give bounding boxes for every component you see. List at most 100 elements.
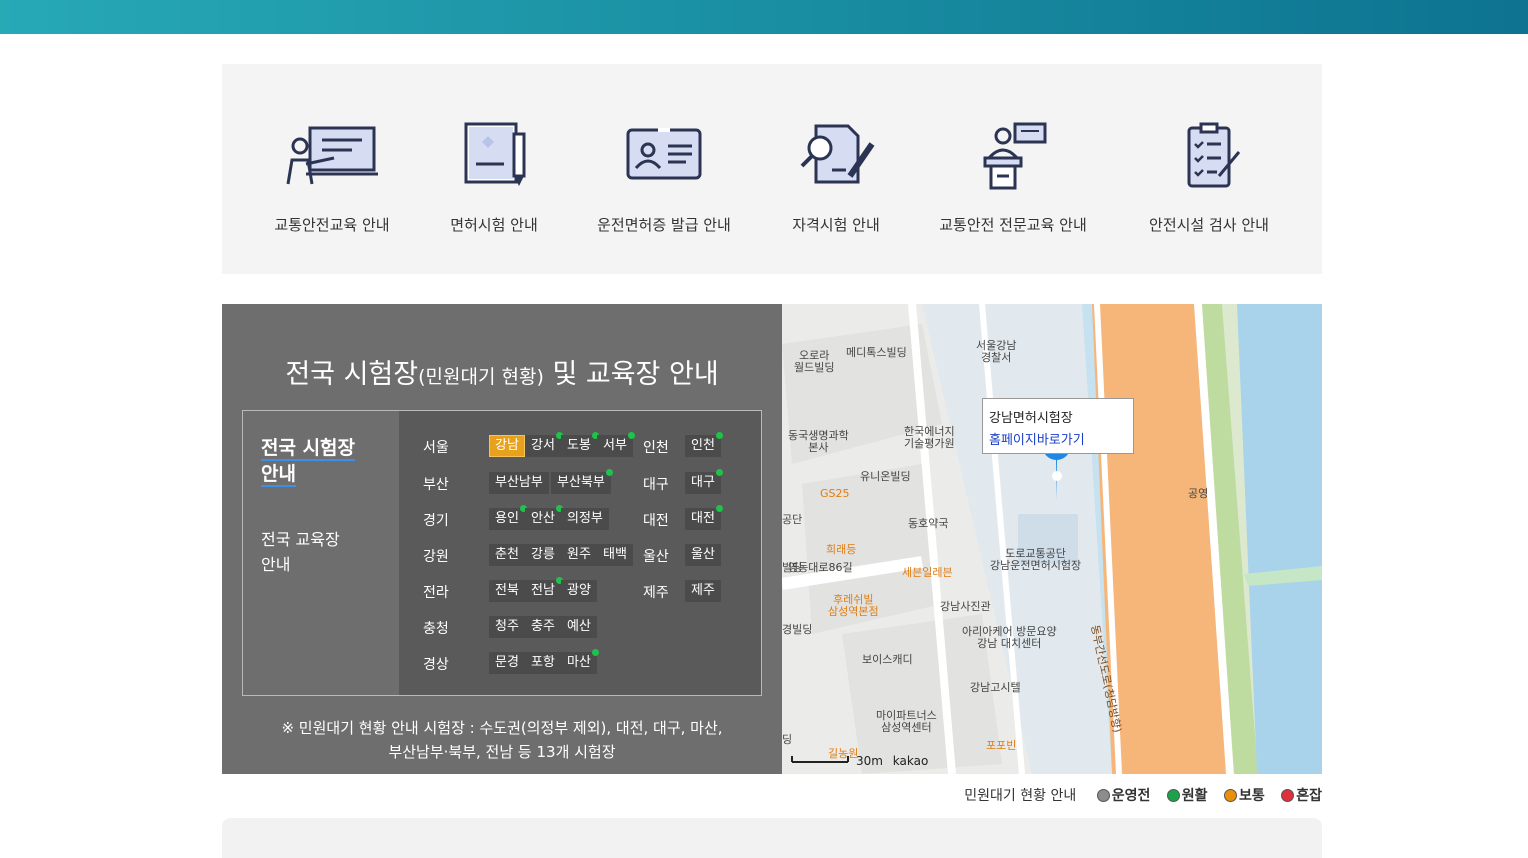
exam-site-button[interactable]: 태백 — [597, 544, 633, 566]
exam-site-list: 서울 강남 강서 도봉 서부 부산 부산남부 부산북부 경기 용인 안산 의정부 강원 춘천 강릉 원주 태백 전… — [399, 411, 761, 695]
exam-site-button[interactable]: 의정부 — [561, 508, 609, 530]
map-label: 세븐일레븐 — [902, 566, 953, 579]
location-map[interactable]: 오로라 월드빌딩 메디톡스빌딩 서울강남 경찰서 동국생명과학 본사 한국에너지 기술평… — [782, 304, 1322, 774]
exam-site-button[interactable]: 울산 — [685, 544, 721, 566]
status-dot-icon — [1096, 789, 1110, 802]
exam-site-button[interactable]: 충주 — [525, 616, 561, 638]
status-dot-icon — [591, 649, 599, 656]
region-name: 인천 — [643, 440, 669, 456]
exam-site-panel: 전국 시험장(민원대기 현황) 및 교육장 안내 전국 시험장 안내 전국 교육… — [222, 304, 782, 774]
exam-site-button[interactable]: 광양 — [561, 580, 597, 602]
map-infobox: 강남면허시험장 홈페이지바로가기 — [982, 398, 1134, 454]
status-dot-icon — [715, 469, 723, 476]
service-facility-inspection[interactable]: 안전시설 검사 안내 — [1134, 64, 1284, 274]
tab-education-sites[interactable]: 전국 교육장 안내 — [261, 527, 340, 577]
status-dot-icon — [715, 432, 723, 439]
exam-site-button[interactable]: 용인 — [489, 505, 527, 530]
wait-status-notice: ※ 민원대기 현황 안내 시험장 : 수도권(의정부 제외), 대전, 대구, … — [281, 719, 723, 761]
exam-site-button[interactable]: 부산북부 — [551, 469, 613, 494]
exam-site-button[interactable]: 청주 — [489, 616, 525, 638]
exam-site-button[interactable]: 포항 — [525, 652, 561, 674]
site-type-tabs: 전국 시험장 안내 전국 교육장 안내 — [243, 411, 399, 695]
map-label: 동국생명과학 본사 — [788, 429, 849, 454]
search-document-icon — [800, 124, 875, 184]
map-label: 공영 — [1188, 487, 1209, 500]
status-dot-icon — [1281, 789, 1295, 802]
map-scale: 30m kakao — [856, 754, 929, 768]
service-label: 면허시험 안내 — [450, 216, 538, 234]
exam-site-button[interactable]: 대구 — [685, 469, 723, 494]
region-name: 제주 — [643, 585, 669, 601]
map-base — [782, 304, 1322, 774]
map-label: 희래등 — [826, 543, 857, 556]
map-label: 공단 — [782, 513, 803, 526]
panel-title: 전국 시험장(민원대기 현황) 및 교육장 안내 — [285, 359, 719, 390]
exam-site-button[interactable]: 대전 — [685, 505, 723, 530]
legend-item-normal: 보통 — [1224, 785, 1265, 805]
lecture-board-icon — [286, 126, 378, 185]
exam-site-button[interactable]: 원주 — [561, 544, 597, 566]
service-label: 운전면허증 발급 안내 — [597, 216, 731, 234]
document-pen-icon — [464, 122, 526, 186]
service-license-issue[interactable]: 운전면허증 발급 안내 — [592, 64, 736, 274]
region-name: 전라 — [423, 585, 449, 601]
map-label: GS25 — [820, 487, 850, 500]
service-label: 자격시험 안내 — [792, 216, 880, 234]
exam-site-button[interactable]: 전남 — [525, 577, 563, 602]
region-name: 대전 — [643, 513, 669, 529]
tab-exam-sites[interactable]: 전국 시험장 안내 — [261, 435, 356, 487]
status-dot-icon — [1224, 789, 1238, 802]
map-label: 서울강남 경찰서 — [976, 339, 1017, 364]
map-label: 한국에너지 기술평가원 — [904, 425, 955, 450]
map-label: 경빌딩 — [782, 623, 813, 636]
region-name: 충청 — [423, 621, 449, 637]
map-label: 메디톡스빌딩 — [846, 346, 907, 359]
map-label: 동호약국 — [908, 517, 949, 530]
map-label: 오로라 월드빌딩 — [794, 349, 835, 374]
status-dot-icon — [1166, 789, 1180, 802]
infobox-site-name: 강남면허시험장 — [989, 411, 1073, 426]
site-selector-box: 전국 시험장 안내 전국 교육장 안내 서울 강남 강서 도봉 서부 부산 부산남부 부산북부… — [242, 410, 762, 696]
exam-site-button[interactable]: 예산 — [561, 616, 597, 638]
exam-site-button[interactable]: 인천 — [685, 432, 723, 457]
exam-site-button[interactable]: 안산 — [525, 505, 563, 530]
exam-site-button[interactable]: 서부 — [597, 432, 635, 457]
exam-site-button[interactable]: 강릉 — [525, 544, 561, 566]
top-banner — [0, 0, 1528, 34]
homepage-link[interactable]: 홈페이지바로가기 — [989, 429, 1085, 448]
service-traffic-safety-education[interactable]: 교통안전교육 안내 — [262, 64, 402, 274]
service-label: 교통안전 전문교육 안내 — [939, 216, 1087, 234]
status-dot-icon — [605, 469, 613, 476]
region-name: 강원 — [423, 549, 449, 565]
map-label: 유니온빌딩 — [860, 470, 911, 483]
region-name: 경기 — [423, 513, 449, 529]
status-dot-icon — [715, 505, 723, 512]
legend-item-crowded: 혼잡 — [1281, 785, 1322, 805]
exam-site-button[interactable]: 춘천 — [489, 544, 525, 566]
map-label: 강남사진관 — [940, 600, 991, 613]
wait-status-legend: 민원대기 현황 안내 운영전 원활 보통 혼잡 — [964, 785, 1322, 807]
service-professional-education[interactable]: 교통안전 전문교육 안내 — [928, 64, 1098, 274]
map-label: 포포빈 — [986, 739, 1017, 752]
exam-site-button[interactable]: 마산 — [561, 649, 599, 674]
exam-site-button[interactable]: 도봉 — [561, 432, 599, 457]
exam-site-button[interactable]: 문경 — [489, 652, 525, 674]
clipboard-checklist-icon — [1187, 122, 1241, 188]
legend-item-before-operation: 운영전 — [1096, 785, 1150, 805]
service-menu: 교통안전교육 안내 면허시험 안내 운전면허증 발급 안내 자격시험 안내 교통… — [222, 64, 1322, 274]
exam-site-button[interactable]: 강남 — [489, 435, 525, 457]
region-name: 대구 — [643, 477, 669, 493]
id-card-icon — [626, 128, 702, 180]
exam-site-button[interactable]: 부산남부 — [489, 472, 549, 494]
service-label: 교통안전교육 안내 — [274, 216, 390, 234]
status-dot-icon — [627, 432, 635, 439]
service-license-exam[interactable]: 면허시험 안내 — [424, 64, 564, 274]
exam-site-button[interactable]: 전북 — [489, 580, 525, 602]
region-name: 부산 — [423, 477, 449, 493]
exam-site-button[interactable]: 강서 — [525, 432, 563, 457]
service-label: 안전시설 검사 안내 — [1149, 216, 1269, 234]
service-qualification-exam[interactable]: 자격시험 안내 — [766, 64, 906, 274]
region-name: 울산 — [643, 549, 669, 565]
exam-site-button[interactable]: 제주 — [685, 580, 721, 602]
legend-title: 민원대기 현황 안내 — [964, 788, 1077, 804]
